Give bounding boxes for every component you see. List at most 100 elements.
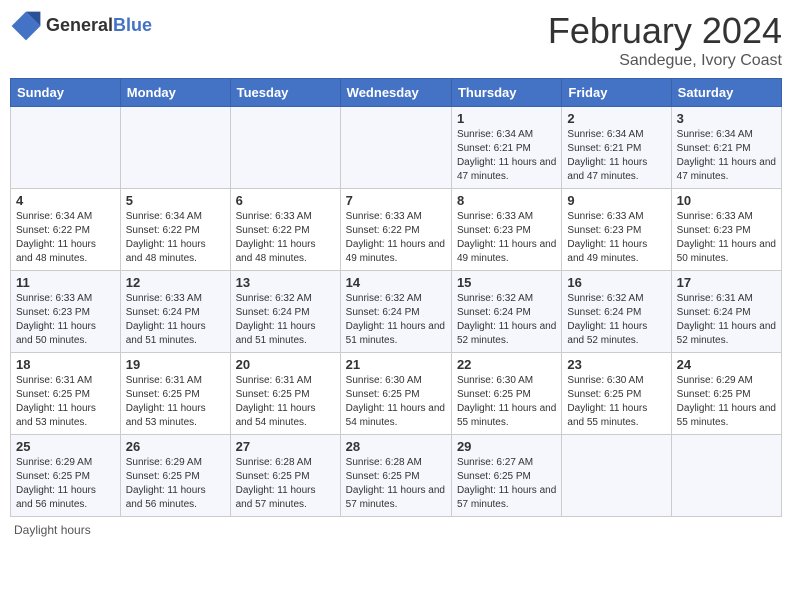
calendar-day-cell [340,107,451,189]
day-info: Sunrise: 6:31 AM Sunset: 6:24 PM Dayligh… [677,292,776,348]
calendar-day-header: Wednesday [340,79,451,107]
day-number: 12 [126,275,225,290]
calendar-day-cell [120,107,230,189]
calendar-day-cell [562,435,671,517]
calendar-day-cell: 8 Sunrise: 6:33 AM Sunset: 6:23 PM Daylig… [451,189,561,271]
day-info: Sunrise: 6:30 AM Sunset: 6:25 PM Dayligh… [567,374,665,430]
page-subtitle: Sandegue, Ivory Coast [548,52,782,70]
page-header: GeneralBlue February 2024 Sandegue, Ivor… [10,10,782,70]
day-number: 20 [236,357,335,372]
day-number: 26 [126,439,225,454]
day-info: Sunrise: 6:33 AM Sunset: 6:23 PM Dayligh… [567,210,665,266]
calendar-week-row: 1 Sunrise: 6:34 AM Sunset: 6:21 PM Daylig… [11,107,782,189]
calendar-day-cell: 24 Sunrise: 6:29 AM Sunset: 6:25 PM Dayli… [671,353,781,435]
daylight-label: Daylight hours [14,523,91,537]
day-info: Sunrise: 6:33 AM Sunset: 6:22 PM Dayligh… [346,210,446,266]
calendar-day-cell: 21Sunrise: 6:30 AM Sunset: 6:25 PM Dayli… [340,353,451,435]
day-info: Sunrise: 6:34 AM Sunset: 6:21 PM Dayligh… [567,128,665,184]
calendar-day-header: Thursday [451,79,561,107]
day-number: 10 [677,193,776,208]
logo-icon [10,10,42,42]
day-info: Sunrise: 6:30 AM Sunset: 6:25 PM Dayligh… [346,374,446,430]
day-number: 9 [567,193,665,208]
day-info: Sunrise: 6:33 AM Sunset: 6:24 PM Dayligh… [126,292,225,348]
day-info: Sunrise: 6:34 AM Sunset: 6:22 PM Dayligh… [126,210,225,266]
day-info: Sunrise: 6:34 AM Sunset: 6:21 PM Dayligh… [457,128,556,184]
calendar-day-cell [11,107,121,189]
title-block: February 2024 Sandegue, Ivory Coast [548,10,782,70]
calendar-day-cell: 27 Sunrise: 6:28 AM Sunset: 6:25 PM Dayli… [230,435,340,517]
calendar-header-row: SundayMondayTuesdayWednesdayThursdayFrid… [11,79,782,107]
day-info: Sunrise: 6:34 AM Sunset: 6:22 PM Dayligh… [16,210,115,266]
calendar-day-cell: 7 Sunrise: 6:33 AM Sunset: 6:22 PM Daylig… [340,189,451,271]
day-info: Sunrise: 6:31 AM Sunset: 6:25 PM Dayligh… [16,374,115,430]
calendar-day-cell [230,107,340,189]
day-info: Sunrise: 6:27 AM Sunset: 6:25 PM Dayligh… [457,456,556,512]
calendar-day-cell [671,435,781,517]
day-number: 6 [236,193,335,208]
day-number: 16 [567,275,665,290]
day-number: 2 [567,111,665,126]
day-info: Sunrise: 6:33 AM Sunset: 6:23 PM Dayligh… [16,292,115,348]
calendar-day-header: Monday [120,79,230,107]
calendar-day-cell: 13 Sunrise: 6:32 AM Sunset: 6:24 PM Dayli… [230,271,340,353]
calendar-week-row: 18 Sunrise: 6:31 AM Sunset: 6:25 PM Dayli… [11,353,782,435]
calendar-day-header: Sunday [11,79,121,107]
calendar-week-row: 11 Sunrise: 6:33 AM Sunset: 6:23 PM Dayli… [11,271,782,353]
day-number: 5 [126,193,225,208]
day-number: 18 [16,357,115,372]
calendar-day-cell: 15 Sunrise: 6:32 AM Sunset: 6:24 PM Dayli… [451,271,561,353]
calendar-day-cell: 26 Sunrise: 6:29 AM Sunset: 6:25 PM Dayli… [120,435,230,517]
calendar-day-cell: 23 Sunrise: 6:30 AM Sunset: 6:25 PM Dayli… [562,353,671,435]
day-number: 14 [346,275,446,290]
day-number: 23 [567,357,665,372]
calendar-day-cell: 17 Sunrise: 6:31 AM Sunset: 6:24 PM Dayli… [671,271,781,353]
calendar-day-cell: 5 Sunrise: 6:34 AM Sunset: 6:22 PM Daylig… [120,189,230,271]
day-number: 28 [346,439,446,454]
day-info: Sunrise: 6:32 AM Sunset: 6:24 PM Dayligh… [346,292,446,348]
calendar-day-cell: 28Sunrise: 6:28 AM Sunset: 6:25 PM Dayli… [340,435,451,517]
day-info: Sunrise: 6:31 AM Sunset: 6:25 PM Dayligh… [126,374,225,430]
day-number: 7 [346,193,446,208]
day-number: 8 [457,193,556,208]
calendar-day-cell: 14 Sunrise: 6:32 AM Sunset: 6:24 PM Dayli… [340,271,451,353]
day-number: 11 [16,275,115,290]
calendar-day-cell: 16Sunrise: 6:32 AM Sunset: 6:24 PM Dayli… [562,271,671,353]
day-info: Sunrise: 6:29 AM Sunset: 6:25 PM Dayligh… [126,456,225,512]
calendar-day-cell: 29Sunrise: 6:27 AM Sunset: 6:25 PM Dayli… [451,435,561,517]
day-info: Sunrise: 6:32 AM Sunset: 6:24 PM Dayligh… [236,292,335,348]
day-number: 4 [16,193,115,208]
day-info: Sunrise: 6:28 AM Sunset: 6:25 PM Dayligh… [236,456,335,512]
day-number: 13 [236,275,335,290]
day-number: 17 [677,275,776,290]
day-info: Sunrise: 6:29 AM Sunset: 6:25 PM Dayligh… [16,456,115,512]
calendar-day-cell: 6Sunrise: 6:33 AM Sunset: 6:22 PM Daylig… [230,189,340,271]
day-number: 24 [677,357,776,372]
page-title: February 2024 [548,10,782,52]
day-number: 15 [457,275,556,290]
day-info: Sunrise: 6:30 AM Sunset: 6:25 PM Dayligh… [457,374,556,430]
calendar-day-cell: 19 Sunrise: 6:31 AM Sunset: 6:25 PM Dayli… [120,353,230,435]
day-number: 19 [126,357,225,372]
calendar-day-cell: 2 Sunrise: 6:34 AM Sunset: 6:21 PM Daylig… [562,107,671,189]
footer-daylight: Daylight hours [10,523,782,537]
calendar-day-cell: 10 Sunrise: 6:33 AM Sunset: 6:23 PM Dayli… [671,189,781,271]
day-info: Sunrise: 6:34 AM Sunset: 6:21 PM Dayligh… [677,128,776,184]
day-info: Sunrise: 6:32 AM Sunset: 6:24 PM Dayligh… [457,292,556,348]
day-number: 3 [677,111,776,126]
calendar-day-header: Friday [562,79,671,107]
logo-blue: Blue [113,15,152,35]
calendar-day-cell: 18 Sunrise: 6:31 AM Sunset: 6:25 PM Dayli… [11,353,121,435]
day-number: 27 [236,439,335,454]
calendar-day-header: Tuesday [230,79,340,107]
calendar-table: SundayMondayTuesdayWednesdayThursdayFrid… [10,78,782,517]
calendar-week-row: 25Sunrise: 6:29 AM Sunset: 6:25 PM Dayli… [11,435,782,517]
calendar-day-cell: 20Sunrise: 6:31 AM Sunset: 6:25 PM Dayli… [230,353,340,435]
day-info: Sunrise: 6:33 AM Sunset: 6:23 PM Dayligh… [457,210,556,266]
calendar-day-cell: 11 Sunrise: 6:33 AM Sunset: 6:23 PM Dayli… [11,271,121,353]
calendar-day-cell: 9 Sunrise: 6:33 AM Sunset: 6:23 PM Daylig… [562,189,671,271]
day-info: Sunrise: 6:29 AM Sunset: 6:25 PM Dayligh… [677,374,776,430]
day-number: 1 [457,111,556,126]
day-info: Sunrise: 6:33 AM Sunset: 6:23 PM Dayligh… [677,210,776,266]
day-number: 22 [457,357,556,372]
